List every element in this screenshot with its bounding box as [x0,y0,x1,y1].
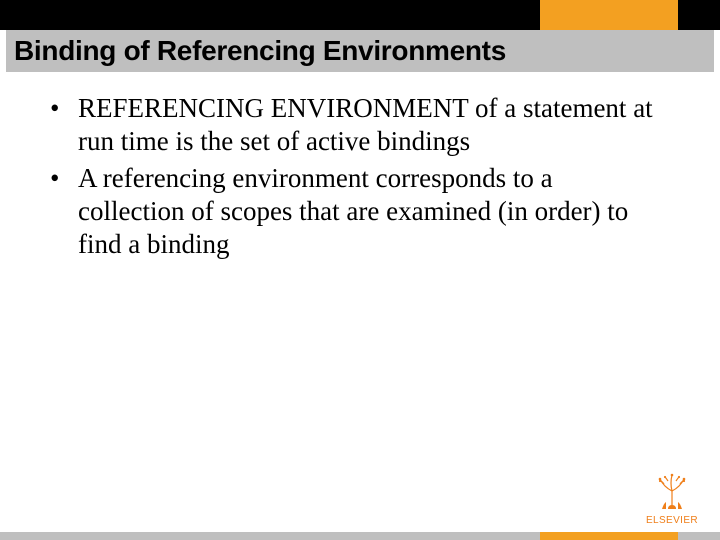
title-bar: Binding of Referencing Environments [6,30,714,72]
footer-bar-orange [540,532,678,540]
bullet-item: A referencing environment corresponds to… [42,162,662,261]
bullet-list: REFERENCING ENVIRONMENT of a statement a… [42,92,662,261]
content-area: REFERENCING ENVIRONMENT of a statement a… [42,92,662,265]
slide-title: Binding of Referencing Environments [6,35,506,67]
bullet-item: REFERENCING ENVIRONMENT of a statement a… [42,92,662,158]
publisher-logo: ELSEVIER [638,469,706,526]
slide: Binding of Referencing Environments REFE… [0,0,720,540]
publisher-name: ELSEVIER [638,515,706,526]
elsevier-tree-icon [650,469,694,513]
header-bar-orange [540,0,678,30]
